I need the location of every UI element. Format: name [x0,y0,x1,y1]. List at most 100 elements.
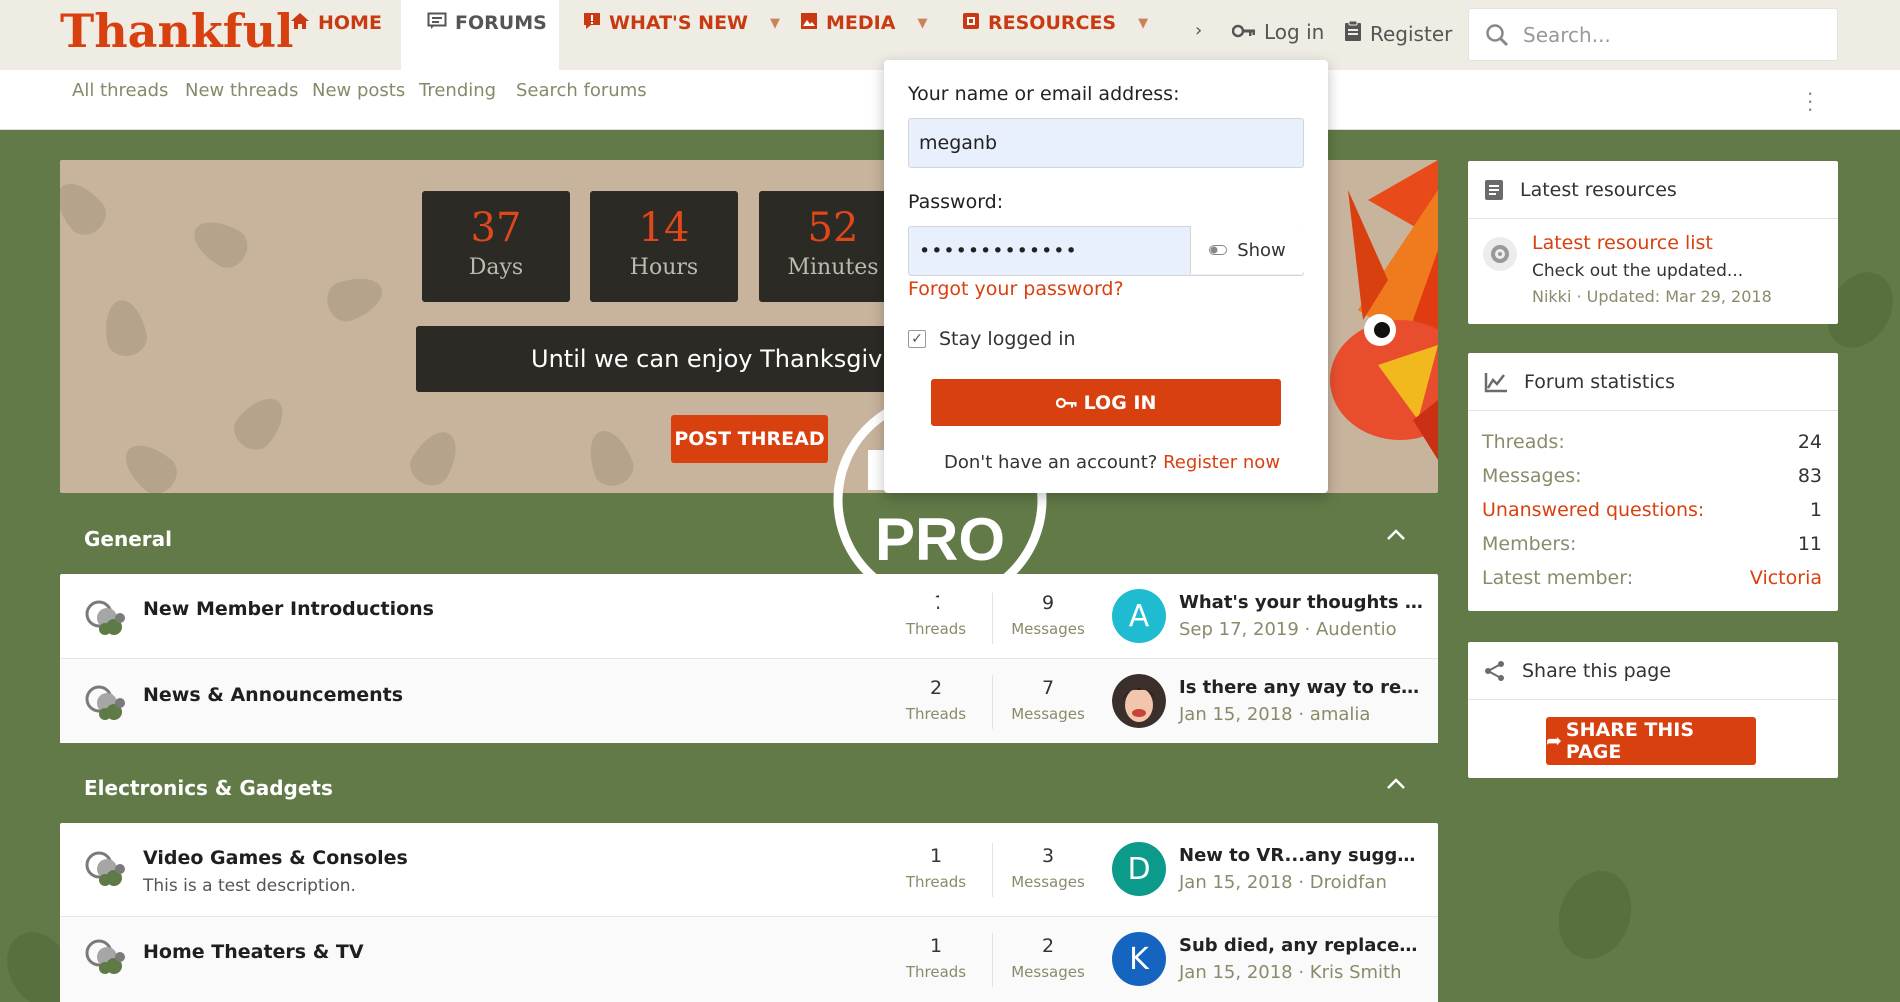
forum-node-title[interactable]: New Member Introductions [143,598,434,620]
subnav-new-posts[interactable]: New posts [312,80,405,101]
stat-divider [992,933,993,987]
thread-count-label: Threads [905,620,967,638]
avatar[interactable]: D [1112,842,1166,896]
latest-post-title[interactable]: Is there any way to resize i... [1179,677,1424,698]
register-prompt: Don't have an account? Register now [944,452,1280,473]
thread-count-label: Threads [905,963,967,981]
more-options-icon[interactable]: · · · [1807,84,1813,120]
stat-label[interactable]: Unanswered questions: [1482,499,1704,521]
forum-node-icon [85,685,125,720]
latest-post-title[interactable]: New to VR...any suggestion... [1179,845,1424,866]
stat-row-latest-member: Latest member: Victoria [1482,567,1822,589]
countdown-days-value: 37 [470,205,522,251]
collapse-chevron-icon[interactable] [1386,777,1406,791]
message-count-label: Messages [1011,705,1085,723]
message-count-value: 2 [1041,935,1055,957]
stat-row-members: Members: 11 [1482,533,1822,555]
forum-node[interactable]: New Member Introductions 4 Threads 9 Mes… [60,574,1438,659]
checkbox-checked-icon[interactable]: ✓ [908,330,926,348]
subnav-search-forums[interactable]: Search forums [516,80,647,101]
username-input[interactable]: meganb [908,118,1304,168]
category-title-electronics[interactable]: Electronics & Gadgets [84,776,333,800]
latest-resources-widget: Latest resources Latest resource list Ch… [1468,161,1838,324]
forum-statistics-title: Forum statistics [1524,370,1675,393]
username-label: Your name or email address: [908,83,1180,105]
forum-node-icon [85,939,125,974]
subnav-trending[interactable]: Trending [419,80,496,101]
nav-tab-home[interactable]: HOME [290,0,410,70]
latest-post-title[interactable]: Sub died, any replacement ... [1179,935,1424,956]
forum-node[interactable]: Home Theaters & TV 1 Threads 2 Messages … [60,917,1438,1002]
forum-node[interactable]: News & Announcements 2 Threads 7 Message… [60,659,1438,743]
category-title-general[interactable]: General [84,527,172,551]
nav-media-label: MEDIA [826,12,896,34]
share-page-button[interactable]: ➦ SHARE THIS PAGE [1546,717,1756,765]
password-value: ••••••••••••• [919,240,1078,262]
decorative-leaf [60,173,114,243]
nav-more-chevron[interactable]: › [1195,20,1202,41]
nav-tab-forums[interactable]: FORUMS [401,0,559,70]
latest-post-meta[interactable]: Jan 15, 2018 · Kris Smith [1179,962,1402,983]
cube-icon [962,12,980,35]
forum-node[interactable]: Video Games & Consoles This is a test de… [60,823,1438,917]
key-icon [1231,22,1256,43]
forgot-password-link[interactable]: Forgot your password? [908,278,1124,300]
share-title: Share this page [1522,659,1672,682]
show-password-label: Show [1237,239,1286,261]
thread-count-value: 1 [929,845,943,867]
resource-item-title[interactable]: Latest resource list [1532,232,1713,254]
stat-value: 24 [1797,431,1822,453]
subnav-new-threads[interactable]: New threads [185,80,298,101]
collapse-chevron-icon[interactable] [1386,528,1406,542]
stat-divider [992,675,993,729]
login-popup: Your name or email address: meganb Passw… [884,60,1328,493]
show-password-toggle[interactable]: Show [1190,226,1304,274]
subnav-all-threads[interactable]: All threads [72,80,168,101]
latest-post-meta[interactable]: Jan 15, 2018 · Droidfan [1179,872,1387,893]
register-label: Register [1370,21,1453,46]
resource-item-meta[interactable]: Nikki · Updated: Mar 29, 2018 [1532,287,1772,306]
document-icon [1484,179,1504,201]
latest-member-link[interactable]: Victoria [1750,567,1822,589]
latest-post-meta[interactable]: Jan 15, 2018 · amalia [1179,704,1370,725]
chevron-down-icon[interactable]: ▼ [917,12,927,31]
alert-icon [583,12,601,35]
nav-resources-label: RESOURCES [988,12,1117,34]
chevron-right-icon: › [1195,20,1203,41]
forum-node-icon [85,851,125,886]
avatar[interactable]: A [1112,589,1166,643]
countdown-hours: 14 Hours [590,191,738,302]
countdown-days-label: Days [468,255,524,280]
avatar[interactable] [1112,674,1166,728]
forum-node-title[interactable]: Home Theaters & TV [143,941,364,963]
latest-resources-header: Latest resources [1468,161,1838,219]
stat-value: 11 [1797,533,1822,555]
register-link[interactable]: Register [1344,20,1452,47]
login-button[interactable]: LOG IN [931,379,1281,426]
latest-post-title[interactable]: What's your thoughts on th... [1179,592,1424,613]
latest-resources-title: Latest resources [1520,178,1677,201]
avatar[interactable]: K [1112,932,1166,986]
stat-row-unanswered[interactable]: Unanswered questions: 1 [1482,499,1822,521]
countdown-days: 37 Days [422,191,570,302]
stat-label: Latest member: [1482,567,1634,589]
resource-item-description: Check out the updated... [1532,261,1744,281]
nav-tab-whats-new[interactable]: WHAT'S NEW ▼ [583,0,780,70]
stat-divider [992,843,993,897]
register-now-link[interactable]: Register now [1163,452,1280,473]
stay-logged-in-checkbox[interactable]: ✓ Stay logged in [908,328,1076,350]
chevron-down-icon[interactable]: ▼ [1138,12,1148,31]
site-logo[interactable]: Thankful [60,4,294,58]
search-input[interactable]: Search... [1468,8,1838,61]
latest-post-meta[interactable]: Sep 17, 2019 · Audentio [1179,619,1397,640]
decorative-leaf [581,424,639,492]
username-value: meganb [919,132,998,154]
chevron-down-icon[interactable]: ▼ [770,12,780,31]
post-thread-button[interactable]: POST THREAD [671,415,828,463]
forum-node-icon [85,600,125,635]
forum-statistics-widget: Forum statistics Threads: 24 Messages: 8… [1468,353,1838,611]
forum-node-title[interactable]: News & Announcements [143,684,403,706]
message-count: 7 Messages [998,677,1098,723]
login-link[interactable]: Log in [1231,20,1324,44]
forum-node-title[interactable]: Video Games & Consoles [143,847,408,869]
